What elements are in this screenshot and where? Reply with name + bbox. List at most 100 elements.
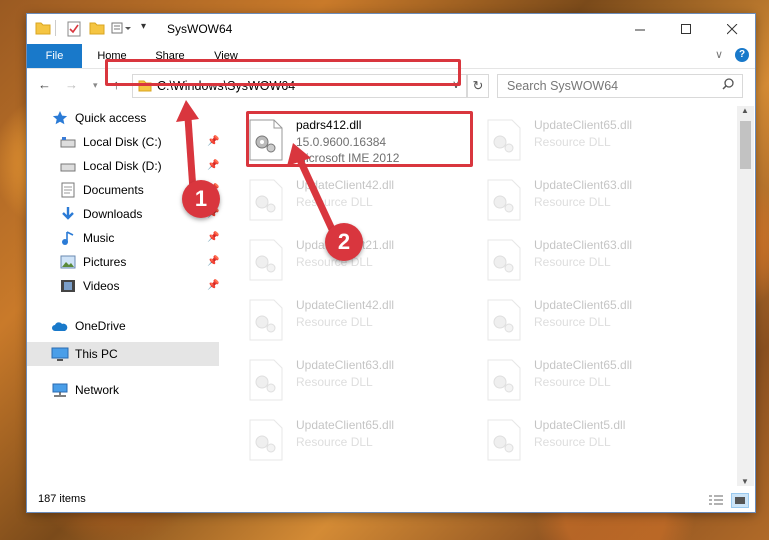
sidebar-item-music[interactable]: Music: [59, 227, 114, 249]
computer-icon: [51, 345, 69, 363]
search-box[interactable]: Search SysWOW64: [497, 74, 743, 98]
address-highlight-box: [105, 59, 461, 86]
folder-icon: [35, 21, 51, 35]
file-type: Resource DLL: [296, 195, 373, 209]
sidebar-item-downloads[interactable]: Downloads: [59, 203, 142, 225]
network-icon: [51, 381, 69, 399]
dll-file-icon: [487, 359, 521, 401]
sidebar-item-this-pc[interactable]: This PC: [51, 343, 118, 365]
dll-file-icon: [249, 299, 283, 341]
search-icon: [722, 78, 734, 93]
file-type: Resource DLL: [534, 375, 611, 389]
sidebar-item-local-disk-c[interactable]: Local Disk (C:): [59, 131, 162, 153]
file-item[interactable]: UpdateClient63.dll Resource DLL: [470, 170, 695, 226]
callout-badge: 1: [182, 180, 220, 218]
file-name: UpdateClient63.dll: [296, 358, 395, 372]
star-icon: [51, 109, 69, 127]
sidebar-item-label: Videos: [83, 279, 120, 293]
dll-file-icon: [249, 239, 283, 281]
pin-icon: 📌: [207, 136, 220, 147]
file-type: Resource DLL: [296, 375, 373, 389]
sidebar-item-label: OneDrive: [75, 319, 126, 333]
sidebar-item-label: Quick access: [75, 111, 147, 125]
file-type: Resource DLL: [534, 315, 611, 329]
dll-file-icon: [487, 299, 521, 341]
file-item[interactable]: UpdateClient65.dll Resource DLL: [470, 290, 695, 346]
pin-icon: 📌: [207, 280, 220, 291]
dll-file-icon: [487, 119, 521, 161]
pin-icon: 📌: [207, 232, 220, 243]
file-type: Resource DLL: [534, 255, 611, 269]
file-highlight-box: [246, 111, 473, 167]
file-item[interactable]: UpdateClient63.dll Resource DLL: [470, 230, 695, 286]
large-icons-view-icon[interactable]: [731, 493, 749, 508]
sidebar-item-documents[interactable]: Documents: [59, 179, 144, 201]
sidebar-item-label: Documents: [83, 183, 144, 197]
maximize-button[interactable]: [663, 14, 709, 44]
file-type: Resource DLL: [534, 435, 611, 449]
dll-file-icon: [249, 419, 283, 461]
sidebar-item-videos[interactable]: Videos: [59, 275, 119, 297]
sidebar-item-label: Downloads: [83, 207, 143, 221]
quick-access-dropdown-icon[interactable]: ▾: [141, 21, 146, 32]
music-icon: [59, 229, 77, 247]
back-button[interactable]: ←: [38, 77, 51, 92]
videos-icon: [59, 277, 77, 295]
scroll-up-icon[interactable]: ▲: [741, 106, 749, 115]
customize-view-icon[interactable]: [111, 21, 131, 35]
file-name: UpdateClient65.dll: [534, 358, 633, 372]
file-name: UpdateClient42.dll: [296, 178, 395, 192]
scroll-down-icon[interactable]: ▼: [741, 477, 749, 486]
dll-file-icon: [487, 419, 521, 461]
cloud-icon: [51, 317, 69, 335]
file-type: Resource DLL: [534, 195, 611, 209]
sidebar-item-onedrive[interactable]: OneDrive: [51, 315, 126, 337]
close-button[interactable]: [709, 14, 755, 44]
refresh-button[interactable]: ↻: [467, 74, 489, 98]
sidebar-item-label: Local Disk (D:): [83, 159, 162, 173]
tab-file[interactable]: File: [27, 44, 82, 68]
new-folder-icon[interactable]: [89, 21, 105, 35]
sidebar-item-local-disk-d[interactable]: Local Disk (D:): [59, 155, 162, 177]
callout-badge: 2: [325, 223, 363, 261]
scrollbar-thumb[interactable]: [740, 121, 751, 169]
properties-icon[interactable]: [67, 21, 81, 37]
dll-file-icon: [487, 179, 521, 221]
drive-icon: [59, 133, 77, 151]
sidebar-item-label: Local Disk (C:): [83, 135, 162, 149]
sidebar-item-label: This PC: [75, 347, 118, 361]
vertical-scrollbar[interactable]: ▲ ▼: [737, 106, 754, 486]
file-item[interactable]: UpdateClient5.dll Resource DLL: [470, 410, 695, 466]
file-name: UpdateClient65.dll: [534, 298, 633, 312]
file-name: UpdateClient65.dll: [296, 418, 395, 432]
file-type: Resource DLL: [296, 435, 373, 449]
file-item[interactable]: UpdateClient63.dll Resource DLL: [232, 350, 457, 406]
help-icon[interactable]: ?: [735, 48, 749, 62]
window-title: SysWOW64: [167, 22, 233, 36]
pin-icon: 📌: [207, 160, 220, 171]
recent-locations-button[interactable]: ▾: [93, 80, 98, 91]
file-item[interactable]: UpdateClient42.dll Resource DLL: [232, 290, 457, 346]
sidebar-item-network[interactable]: Network: [51, 379, 119, 401]
sidebar-item-quick-access[interactable]: Quick access: [51, 107, 146, 129]
expand-ribbon-icon[interactable]: ∨: [715, 48, 723, 61]
file-name: UpdateClient65.dll: [534, 118, 633, 132]
forward-button[interactable]: →: [65, 77, 78, 92]
file-item[interactable]: UpdateClient65.dll Resource DLL: [470, 110, 695, 166]
status-bar: 187 items: [27, 488, 755, 512]
file-item[interactable]: UpdateClient42.dll Resource DLL: [232, 170, 457, 226]
minimize-button[interactable]: [617, 14, 663, 44]
file-item[interactable]: UpdateClient65.dll Resource DLL: [470, 350, 695, 406]
navigation-pane: Quick access Local Disk (C:) 📌 Local Dis…: [27, 109, 222, 489]
drive-icon: [59, 157, 77, 175]
details-view-icon[interactable]: [708, 494, 724, 509]
file-type: Resource DLL: [296, 315, 373, 329]
sidebar-item-pictures[interactable]: Pictures: [59, 251, 126, 273]
search-placeholder: Search SysWOW64: [507, 79, 619, 93]
explorer-window: ▾ SysWOW64 File Home Share View ∨ ? ← → …: [27, 14, 755, 512]
file-item[interactable]: UpdateClient65.dll Resource DLL: [232, 410, 457, 466]
file-type: Resource DLL: [534, 135, 611, 149]
title-bar: ▾ SysWOW64: [27, 14, 755, 44]
file-name: UpdateClient63.dll: [534, 178, 633, 192]
pictures-icon: [59, 253, 77, 271]
